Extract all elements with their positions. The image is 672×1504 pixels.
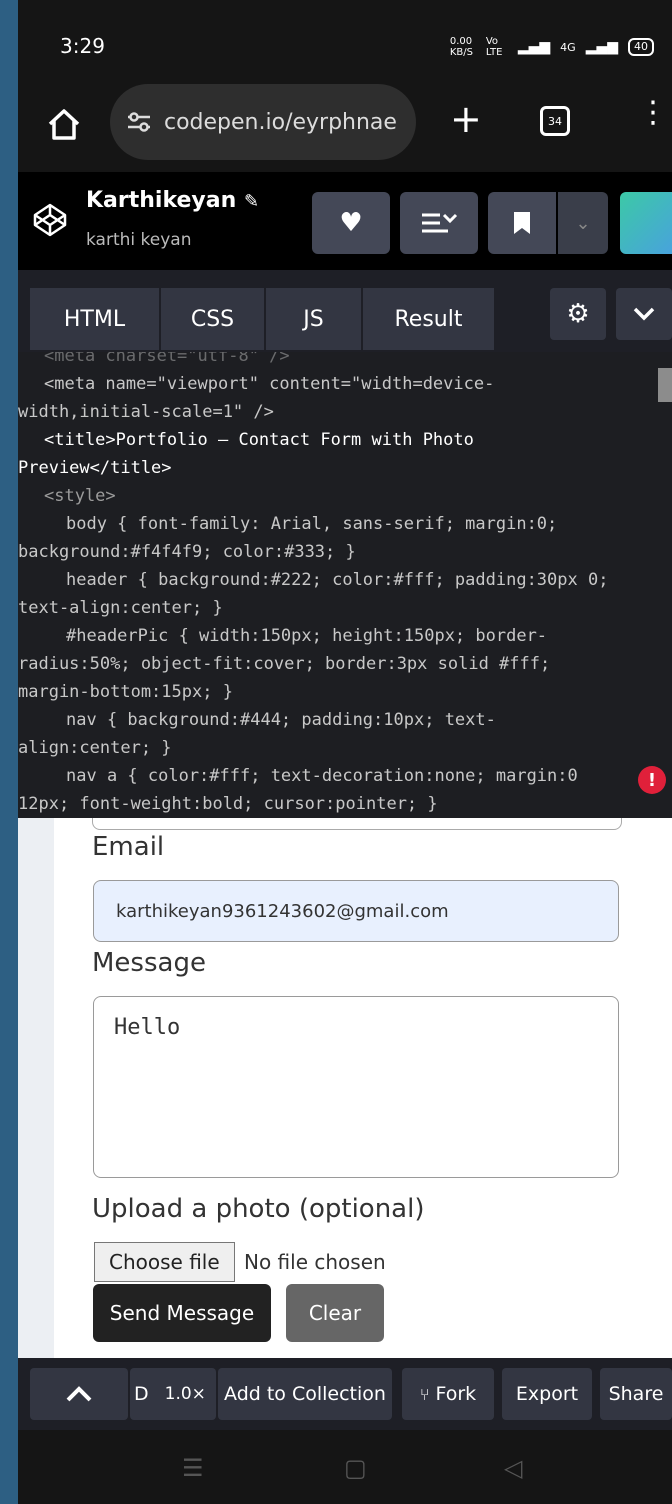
home-button-icon[interactable]: ▢ — [344, 1454, 367, 1482]
tab-switcher-button[interactable]: 34 — [540, 106, 570, 136]
editor-tabs: HTML CSS JS Result ⚙ — [18, 270, 672, 352]
code-line: <meta name="viewport" content="width=dev… — [18, 374, 495, 422]
back-button-icon[interactable]: ◁ — [504, 1454, 522, 1482]
message-label: Message — [92, 948, 206, 978]
status-bar: 3:29 0.00 KB/S Vo LTE ▂▄▆ 4G ▂▄▆ 40 — [18, 0, 672, 80]
net-speed: 0.00 KB/S — [449, 36, 473, 58]
user-avatar[interactable] — [620, 192, 672, 254]
tab-html[interactable]: HTML — [30, 288, 160, 350]
chevron-down-icon: ⌄ — [575, 212, 591, 234]
codepen-logo-icon[interactable] — [32, 202, 68, 238]
pen-owner-name[interactable]: Karthikeyan ✎ — [86, 188, 259, 213]
tab-result[interactable]: Result — [363, 288, 495, 350]
recent-apps-icon[interactable]: ☰ — [182, 1454, 204, 1482]
email-field[interactable]: karthikeyan9361243602@gmail.com — [93, 880, 619, 942]
status-time: 3:29 — [60, 34, 105, 58]
bookmark-icon — [514, 212, 530, 234]
heart-icon: ♥ — [339, 208, 363, 238]
no-file-text: No file chosen — [244, 1250, 386, 1274]
fork-button[interactable]: ⑂ Fork — [402, 1368, 494, 1420]
code-line: body { font-family: Arial, sans-serif; m… — [18, 514, 558, 562]
bookmark-dropdown-button[interactable]: ⌄ — [558, 192, 608, 254]
address-bar[interactable]: codepen.io/eyrphnae — [110, 84, 416, 160]
code-line: nav { background:#444; padding:10px; tex… — [18, 710, 496, 758]
tab-css[interactable]: CSS — [161, 288, 265, 350]
message-textarea[interactable]: Hello — [93, 996, 619, 1178]
status-icons: 0.00 KB/S Vo LTE ▂▄▆ 4G ▂▄▆ 40 — [450, 36, 654, 58]
zoom-level[interactable]: 1.0× — [165, 1384, 206, 1404]
chevron-up-icon — [66, 1386, 92, 1402]
code-line: nav a { color:#fff; text-decoration:none… — [18, 766, 578, 814]
result-preview: Email karthikeyan9361243602@gmail.com Me… — [18, 818, 672, 1358]
code-line: header { background:#222; color:#fff; pa… — [18, 570, 609, 618]
signal-4g-label: 4G — [560, 40, 576, 54]
volte-indicator: Vo LTE — [485, 36, 503, 58]
phone-screen: 3:29 0.00 KB/S Vo LTE ▂▄▆ 4G ▂▄▆ 40 code… — [18, 0, 672, 1504]
editor-scrollbar[interactable] — [658, 368, 672, 402]
tab-js[interactable]: JS — [266, 288, 362, 350]
system-navigation-bar: ☰ ▢ ◁ — [18, 1430, 672, 1504]
code-editor[interactable]: <meta charset="utf-8" /> <meta name="vie… — [18, 352, 672, 818]
edit-pencil-icon[interactable]: ✎ — [244, 191, 259, 212]
code-line: <style> — [44, 486, 116, 506]
code-line: <meta charset="utf-8" /> — [44, 352, 290, 366]
pen-footer-toolbar: D 1.0× Add to Collection ⑂ Fork Export S… — [18, 1358, 672, 1430]
pen-owner-name-text: Karthikeyan — [86, 188, 237, 213]
home-icon[interactable] — [46, 106, 82, 142]
sort-menu-button[interactable] — [400, 192, 478, 254]
site-settings-icon[interactable] — [126, 111, 152, 133]
console-button[interactable]: D 1.0× — [130, 1368, 216, 1420]
url-text: codepen.io/eyrphnae — [164, 109, 397, 135]
settings-button[interactable]: ⚙ — [550, 288, 606, 340]
signal-icon-2: ▂▄▆ — [585, 39, 618, 55]
code-line: <title>Portfolio — Contact Form with Pho… — [18, 430, 474, 478]
love-button[interactable]: ♥ — [312, 192, 390, 254]
send-message-button[interactable]: Send Message — [93, 1284, 271, 1342]
choose-file-button[interactable]: Choose file — [94, 1242, 235, 1282]
browser-toolbar: codepen.io/eyrphnae + 34 ⋮ — [18, 80, 672, 172]
code-line: #headerPic { width:150px; height:150px; … — [18, 626, 551, 702]
export-button[interactable]: Export — [502, 1368, 592, 1420]
bookmark-button[interactable] — [488, 192, 556, 254]
battery-icon: 40 — [628, 38, 654, 56]
previous-input-field[interactable] — [92, 818, 622, 830]
upload-label: Upload a photo (optional) — [92, 1194, 425, 1224]
codepen-header: Karthikeyan ✎ karthi keyan ♥ ⌄ — [18, 172, 672, 270]
fork-label: Fork — [435, 1383, 477, 1405]
fork-icon: ⑂ — [419, 1384, 430, 1404]
add-to-collection-button[interactable]: Add to Collection — [218, 1368, 392, 1420]
expand-up-button[interactable] — [30, 1368, 128, 1420]
email-label: Email — [92, 832, 165, 862]
share-button[interactable]: Share — [600, 1368, 672, 1420]
signal-icon: ▂▄▆ — [517, 39, 551, 55]
clear-button[interactable]: Clear — [286, 1284, 384, 1342]
new-tab-icon[interactable]: + — [450, 100, 482, 138]
overflow-menu-icon[interactable]: ⋮ — [638, 98, 668, 128]
error-indicator-icon[interactable]: ! — [638, 766, 666, 794]
collapse-button[interactable] — [616, 288, 672, 340]
gear-icon: ⚙ — [566, 299, 590, 329]
pen-owner-username[interactable]: karthi keyan — [86, 230, 191, 250]
chevron-down-icon — [633, 307, 655, 321]
console-label: D — [134, 1383, 149, 1405]
menu-chevron-icon — [422, 213, 458, 233]
